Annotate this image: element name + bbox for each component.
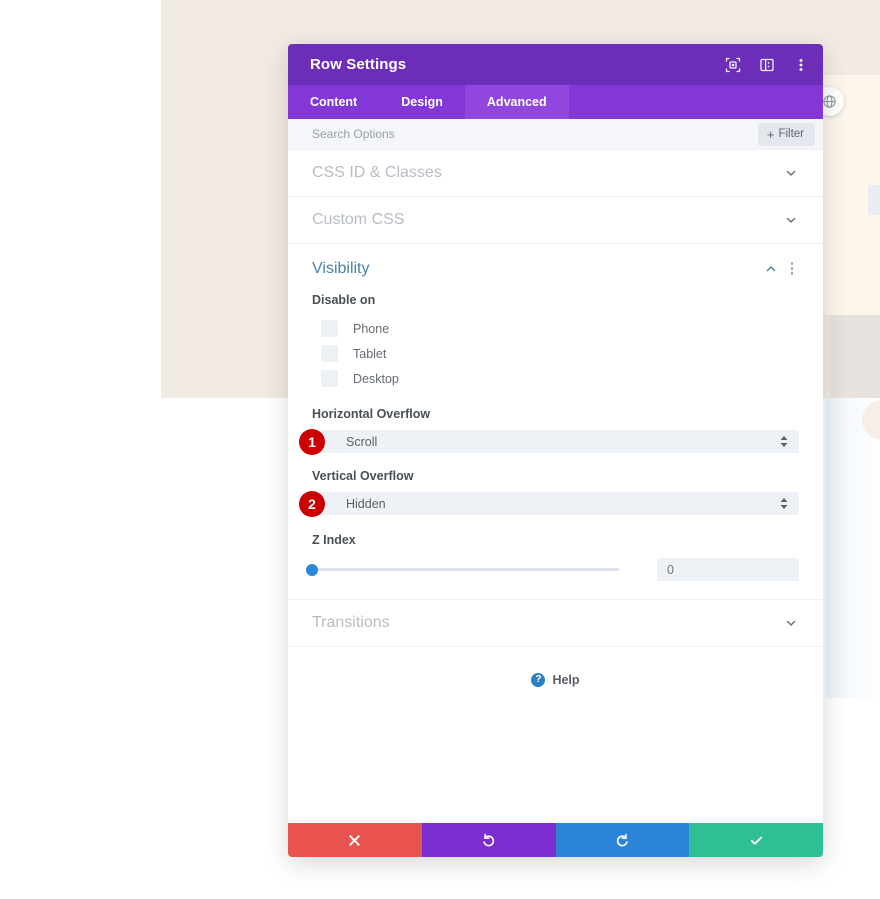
section-transitions[interactable]: Transitions: [288, 600, 823, 647]
horizontal-overflow-label: Horizontal Overflow: [312, 407, 431, 421]
filter-button-label: Filter: [778, 128, 804, 140]
disable-on-label: Disable on: [312, 293, 376, 307]
chevron-down-icon: [783, 615, 799, 631]
horizontal-overflow-field: Horizontal Overflow 1 Scroll: [299, 407, 799, 455]
tab-advanced[interactable]: Advanced: [464, 85, 569, 119]
z-index-slider-thumb[interactable]: [306, 563, 318, 576]
tab-content[interactable]: Content: [288, 85, 379, 119]
background-grey-panel: [830, 315, 880, 398]
modal-body: CSS ID & Classes Custom CSS Visibility D…: [288, 150, 823, 823]
annotation-badge-2: 2: [299, 490, 325, 517]
z-index-field: Z Index: [306, 533, 799, 581]
z-index-label: Z Index: [312, 533, 356, 547]
horizontal-overflow-select[interactable]: Scroll: [312, 430, 799, 453]
z-index-slider-row: [306, 558, 799, 581]
search-input[interactable]: [312, 127, 758, 141]
row-settings-modal: Row Settings Content Design Advanced Sea…: [288, 44, 823, 857]
vertical-overflow-select-wrap: 2 Hidden: [299, 490, 799, 517]
checkbox-phone[interactable]: [321, 320, 338, 337]
checkbox-row-tablet[interactable]: Tablet: [321, 341, 799, 366]
vertical-overflow-field: Vertical Overflow 2 Hidden: [299, 469, 799, 517]
checkbox-tablet[interactable]: [321, 345, 338, 362]
vertical-overflow-select[interactable]: Hidden: [312, 492, 799, 515]
section-visibility[interactable]: Visibility: [288, 244, 823, 293]
more-vertical-icon[interactable]: [792, 56, 810, 74]
search-row: + Filter: [288, 119, 823, 150]
annotation-badge-1: 1: [299, 428, 325, 455]
section-css-id-classes[interactable]: CSS ID & Classes: [288, 150, 823, 197]
help-link[interactable]: ? Help: [288, 647, 823, 687]
tab-design[interactable]: Design: [379, 85, 465, 119]
plus-icon: +: [766, 126, 775, 142]
save-button[interactable]: [689, 823, 823, 857]
close-icon: [348, 834, 361, 847]
modal-footer: [288, 823, 823, 857]
section-title: Visibility: [312, 259, 370, 277]
edge-tab-chip[interactable]: [868, 185, 880, 215]
checkbox-label-phone: Phone: [353, 321, 390, 336]
select-arrows-icon: [779, 436, 789, 447]
redo-icon: [615, 833, 630, 848]
chevron-down-icon: [783, 165, 799, 181]
horizontal-overflow-value: Scroll: [346, 434, 378, 449]
undo-button[interactable]: [421, 823, 556, 857]
chevron-down-icon: [783, 212, 799, 228]
page-title: Row Settings: [310, 56, 407, 73]
checkbox-label-tablet: Tablet: [353, 346, 387, 361]
cancel-button[interactable]: [288, 823, 422, 857]
focus-target-icon[interactable]: [724, 56, 742, 74]
checkbox-row-phone[interactable]: Phone: [321, 316, 799, 341]
check-icon: [749, 833, 764, 848]
modal-titlebar: Row Settings: [288, 44, 823, 85]
vertical-overflow-label: Vertical Overflow: [312, 469, 414, 483]
checkbox-desktop[interactable]: [321, 370, 338, 387]
help-icon: ?: [531, 673, 546, 687]
z-index-input[interactable]: [657, 558, 799, 581]
visibility-section-content: Disable on Phone Tablet Desktop Horizont…: [288, 293, 823, 600]
section-custom-css[interactable]: Custom CSS: [288, 197, 823, 244]
undo-icon: [481, 833, 496, 848]
layout-split-icon[interactable]: [758, 56, 776, 74]
section-title: Custom CSS: [312, 211, 405, 228]
checkbox-row-desktop[interactable]: Desktop: [321, 366, 799, 391]
z-index-slider-track[interactable]: [306, 563, 619, 576]
vertical-overflow-value: Hidden: [346, 496, 386, 511]
select-arrows-icon: [779, 498, 789, 509]
checkbox-label-desktop: Desktop: [353, 371, 399, 386]
section-title: Transitions: [312, 614, 390, 631]
chevron-up-icon: [763, 261, 779, 277]
redo-button[interactable]: [555, 823, 690, 857]
section-options-icon[interactable]: [785, 261, 799, 277]
help-label: Help: [552, 673, 580, 687]
background-blue-strip: [826, 398, 880, 698]
section-title: CSS ID & Classes: [312, 164, 442, 181]
horizontal-overflow-select-wrap: 1 Scroll: [299, 428, 799, 455]
modal-tabs: Content Design Advanced: [288, 85, 823, 119]
filter-button[interactable]: + Filter: [757, 122, 815, 146]
titlebar-actions: [724, 56, 810, 74]
